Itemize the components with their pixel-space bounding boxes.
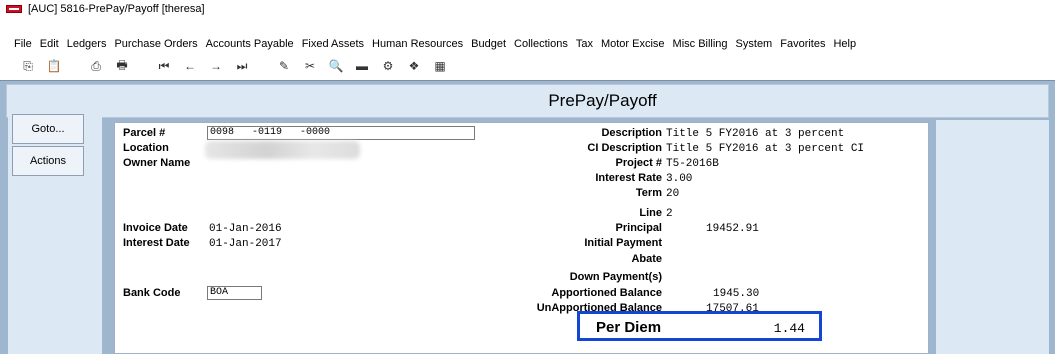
menu-misc-billing[interactable]: Misc Billing [673,38,728,50]
parcel-label: Parcel # [123,127,166,139]
invoice-date-value: 01-Jan-2016 [209,223,282,235]
abate-label: Abate [631,253,662,265]
bank-code-input[interactable]: BOA [207,286,262,300]
owner-name-label: Owner Name [123,157,191,169]
line-label: Line [639,207,662,219]
previous-record-icon[interactable]: ← [182,58,198,74]
menu-system[interactable]: System [736,38,773,50]
menu-favorites[interactable]: Favorites [780,38,825,50]
chart-icon[interactable]: ▦ [432,58,448,74]
description-label: Description [601,127,662,139]
interest-date-value: 01-Jan-2017 [209,238,282,250]
apportioned-balance-value: 1945.30 [713,288,760,300]
menu-human-resources[interactable]: Human Resources [372,38,463,50]
location-label: Location [123,142,169,154]
parcel-input[interactable]: 0098 -0119 -0000 [207,126,475,140]
initial-payment-label: Initial Payment [584,237,662,249]
first-record-icon[interactable]: ⏮ [156,58,172,74]
window-title: [AUC] 5816-PrePay/Payoff [theresa] [28,3,205,15]
save-icon[interactable]: ▬ [354,58,370,74]
interest-rate-value: 3.00 [666,173,693,185]
description-value: Title 5 FY2016 at 3 percent [666,128,845,140]
search-icon[interactable]: 🔍 [328,58,344,74]
down-payments-label: Down Payment(s) [569,271,662,283]
menu-ledgers[interactable]: Ledgers [67,38,107,50]
interest-date-label: Interest Date [123,237,190,249]
menu-help[interactable]: Help [833,38,856,50]
print-icon[interactable]: ⎙ [88,58,104,74]
screen-header: PrePay/Payoff [6,84,1049,118]
menu-fixed-assets[interactable]: Fixed Assets [302,38,364,50]
menu-accounts-payable[interactable]: Accounts Payable [206,38,294,50]
line-value: 2 [666,208,673,220]
settings-icon[interactable]: ⚙ [380,58,396,74]
copy-icon[interactable]: ⎘ [20,58,36,74]
menu-motor-excise[interactable]: Motor Excise [601,38,665,50]
term-value: 20 [666,188,680,200]
app-logo-icon [6,5,22,13]
actions-button[interactable]: Actions [12,146,84,176]
report-icon[interactable]: ❖ [406,58,422,74]
edit-icon[interactable]: ✎ [276,58,292,74]
print-preview-icon[interactable]: 🖶 [114,58,130,74]
ci-description-value: Title 5 FY2016 at 3 percent CI [666,143,865,155]
principal-label: Principal [615,222,662,234]
right-margin-panel [936,120,1049,354]
menu-collections[interactable]: Collections [514,38,568,50]
ci-description-label: CI Description [587,142,662,154]
per-diem-highlight: Per Diem 1.44 [577,311,822,341]
menu-bar: File Edit Ledgers Purchase Orders Accoun… [0,35,1055,53]
page-title: PrePay/Payoff [548,91,657,110]
project-label: Project # [615,157,662,169]
term-label: Term [635,187,662,199]
toolbar: ⎘ 📋 ⎙ 🖶 ⏮ ← → ⏭ ✎ ✂ 🔍 ▬ ⚙ ❖ ▦ [0,55,1055,77]
title-bar: [AUC] 5816-PrePay/Payoff [theresa] [0,0,1055,18]
principal-value: 19452.91 [706,223,759,235]
goto-button[interactable]: Goto... [12,114,84,144]
menu-purchase-orders[interactable]: Purchase Orders [114,38,197,50]
last-record-icon[interactable]: ⏭ [234,58,250,74]
menu-budget[interactable]: Budget [471,38,506,50]
apportioned-balance-label: Apportioned Balance [551,287,662,299]
next-record-icon[interactable]: → [208,58,224,74]
interest-rate-label: Interest Rate [595,172,662,184]
redacted-owner-info [205,141,360,159]
menu-tax[interactable]: Tax [576,38,593,50]
clear-icon[interactable]: ✂ [302,58,318,74]
menu-file[interactable]: File [14,38,32,50]
bank-code-label: Bank Code [123,287,181,299]
per-diem-value: 1.44 [773,321,805,336]
project-value: T5-2016B [666,158,719,170]
menu-edit[interactable]: Edit [40,38,59,50]
action-sidebar: Goto... Actions [8,114,102,354]
per-diem-label: Per Diem [596,319,662,336]
paste-icon[interactable]: 📋 [46,58,62,74]
invoice-date-label: Invoice Date [123,222,188,234]
